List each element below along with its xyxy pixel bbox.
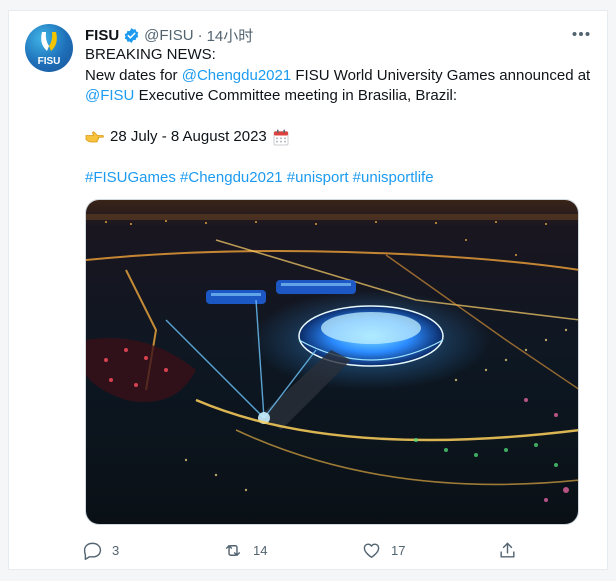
fisu-logo-icon: FISU [38, 32, 61, 67]
hashtags[interactable]: #FISUGames #Chengdu2021 #unisport #unisp… [85, 168, 597, 189]
reply-button[interactable]: 3 [83, 541, 119, 560]
tweet-actions: 3 14 17 [83, 541, 523, 563]
reply-count: 3 [112, 543, 120, 558]
tweet-header: FISU @FISU · 14小时 [85, 25, 253, 45]
reply-icon [83, 541, 102, 560]
mention-link-chengdu2021[interactable]: @Chengdu2021 [182, 67, 291, 84]
text-segment: FISU World University Games announced at [291, 66, 591, 84]
date-line: 28 July - 8 August 2023 [85, 127, 597, 148]
text-segment: Executive Committee meeting in Brasilia,… [134, 87, 458, 104]
avatar-text: FISU [38, 56, 61, 67]
retweet-button[interactable]: 14 [223, 541, 267, 560]
share-button[interactable] [498, 541, 517, 560]
mention-link-fisu[interactable]: @FISU [85, 87, 134, 104]
like-button[interactable]: 17 [362, 541, 405, 560]
author-name[interactable]: FISU [85, 27, 119, 44]
pointing-hand-emoji [85, 130, 104, 145]
heart-icon [362, 541, 381, 560]
tweet-text: BREAKING NEWS: New dates for @Chengdu202… [85, 45, 597, 189]
separator-dot: · [197, 26, 203, 44]
author-handle[interactable]: @FISU [144, 27, 193, 44]
like-count: 17 [391, 543, 406, 558]
calendar-emoji [273, 129, 289, 146]
avatar[interactable]: FISU [25, 24, 73, 72]
headline: BREAKING NEWS: [85, 46, 216, 63]
text-line-3: @FISU Executive Committee meeting in Bra… [85, 86, 597, 107]
text-line-2: New dates for @Chengdu2021 FISU World Un… [85, 66, 597, 87]
more-options-icon[interactable] [569, 25, 593, 43]
tweet-media-image[interactable] [85, 199, 579, 525]
stadium-night-photo [86, 200, 578, 524]
tweet-card[interactable]: FISU FISU @FISU · 14小时 BREAKING NEWS: Ne… [8, 10, 608, 570]
text-segment: New dates for [85, 66, 182, 84]
share-icon [498, 541, 517, 560]
retweet-count: 14 [253, 543, 268, 558]
retweet-icon [223, 541, 243, 560]
timestamp[interactable]: 14小时 [207, 25, 254, 46]
event-dates: 28 July - 8 August 2023 [110, 128, 267, 145]
verified-badge-icon [123, 27, 140, 44]
